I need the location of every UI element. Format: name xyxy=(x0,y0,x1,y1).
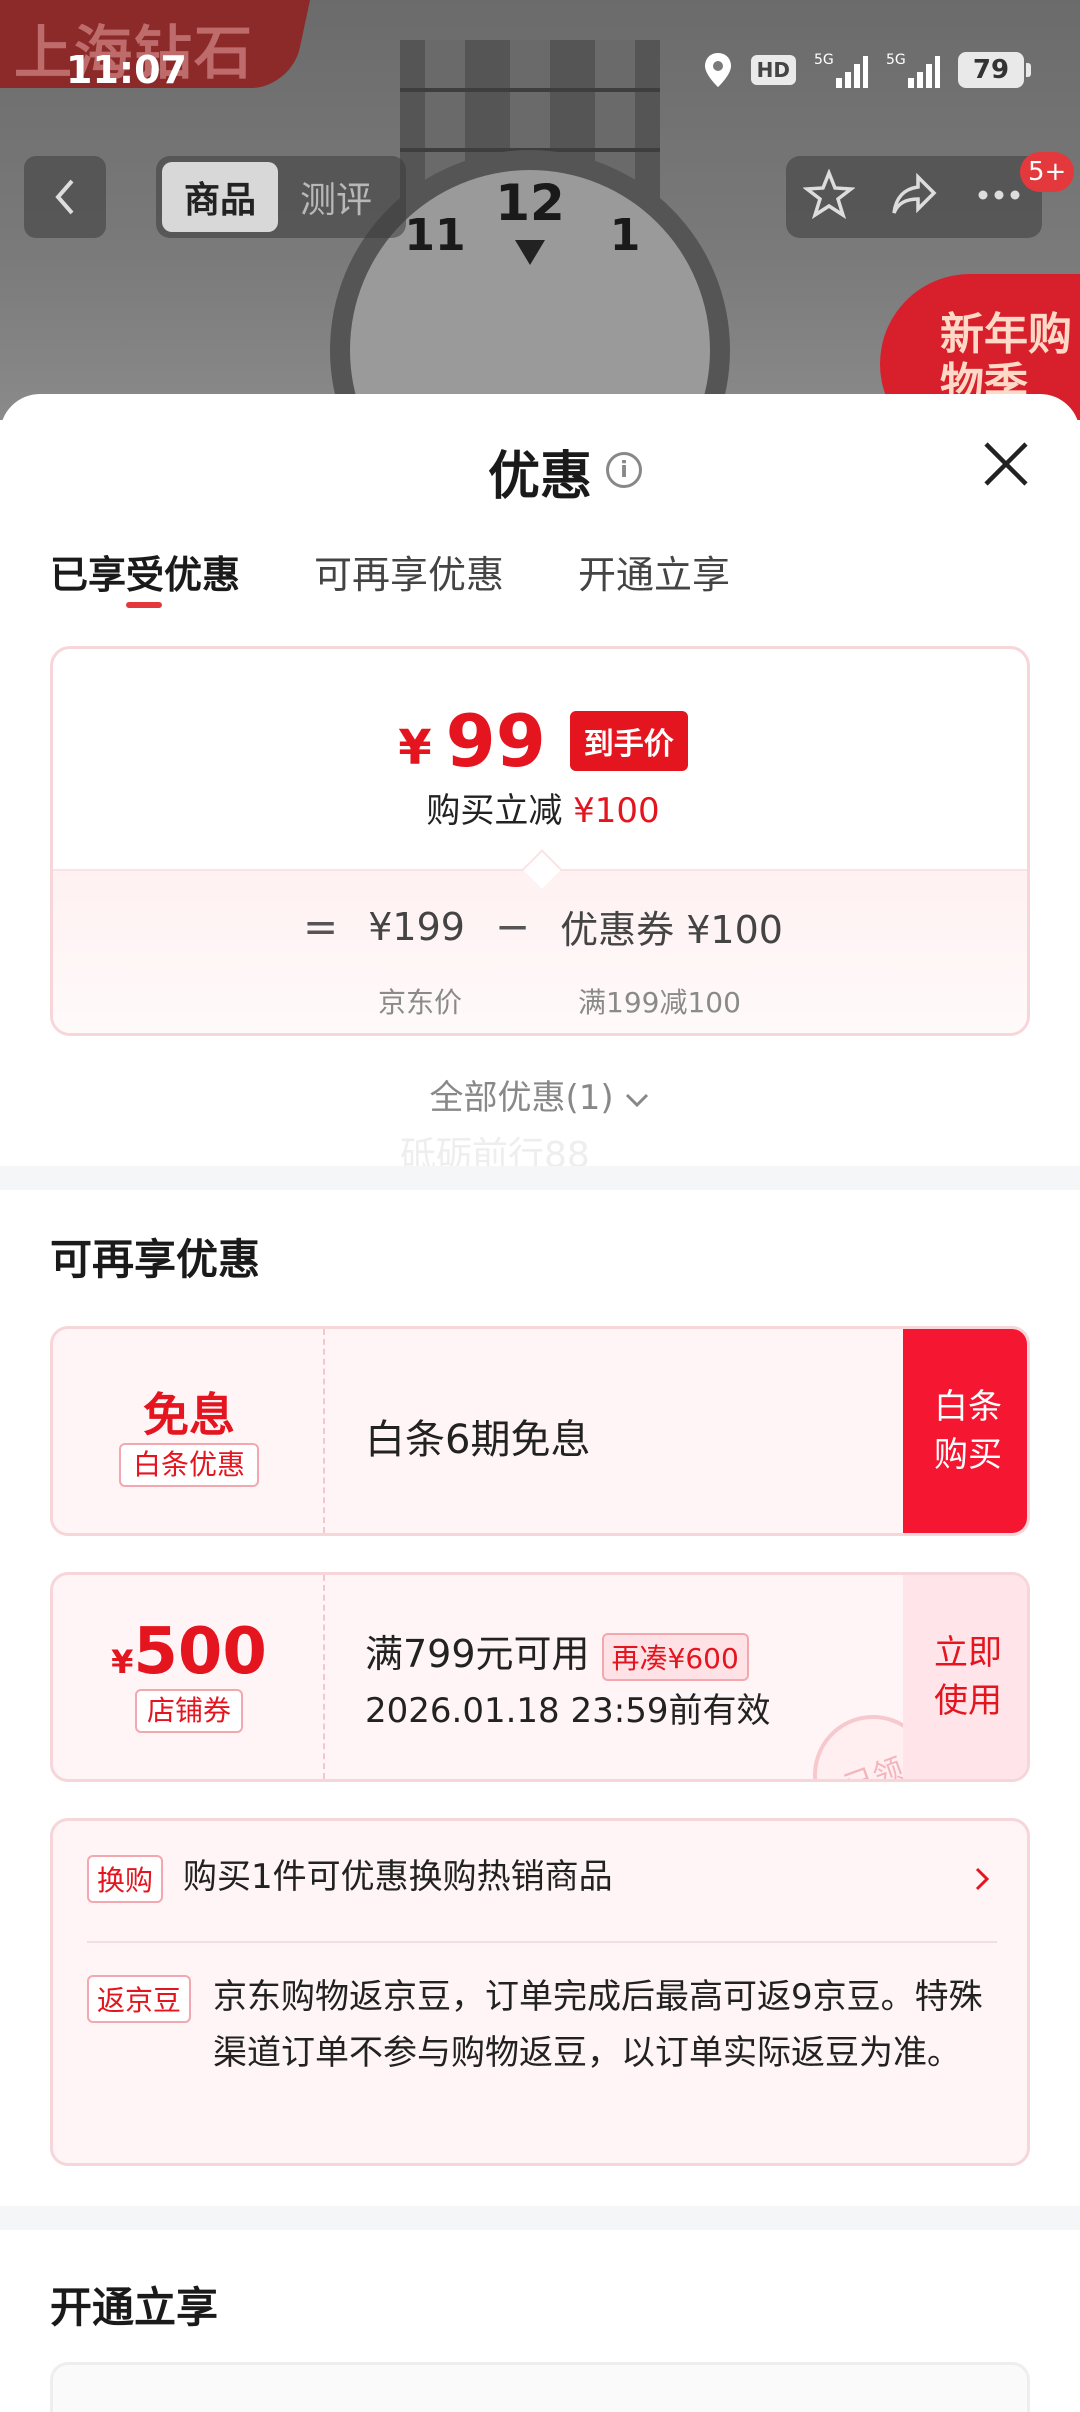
membership-card xyxy=(50,2362,1030,2412)
star-icon[interactable] xyxy=(801,168,856,225)
svg-text:5G: 5G xyxy=(814,52,834,68)
tab-review[interactable]: 测评 xyxy=(278,162,394,232)
svg-text:1: 1 xyxy=(610,210,641,261)
reduction-amount: ¥100 xyxy=(573,791,660,831)
status-time: 11:07 xyxy=(66,48,187,92)
product-header: 上海钻石 12 11 1 11:07 HD 5G 5G 79 商品 测评 5+ … xyxy=(0,0,1080,420)
chevron-down-icon xyxy=(626,1093,649,1108)
perk-jingdou-text: 京东购物返京豆，订单完成后最高可返9京豆。特殊渠道订单不参与购物返豆，以订单实际… xyxy=(213,1977,983,2073)
back-icon xyxy=(55,179,74,215)
store-coupon-tag: 店铺券 xyxy=(135,1689,243,1733)
perk-jingdou-tag: 返京豆 xyxy=(87,1975,192,2023)
section-divider xyxy=(0,1166,1080,1190)
baitiao-tag: 白条优惠 xyxy=(119,1443,259,1487)
formula-row: = ¥199 − 优惠券 ¥100 xyxy=(53,899,1027,954)
back-button[interactable] xyxy=(24,156,106,238)
coupon-rule: 满199减100 xyxy=(578,986,741,1019)
close-icon[interactable] xyxy=(976,434,1036,494)
store-coupon-expiry: 2026.01.18 23:59前有效 xyxy=(365,1691,771,1731)
baitiao-buy-button[interactable]: 白条购买 xyxy=(903,1329,1027,1533)
instant-reduction: 购买立减 ¥100 xyxy=(53,783,1027,832)
location-icon xyxy=(703,51,733,89)
baitiao-big: 免息 xyxy=(143,1388,235,1442)
signal-5g-icon-2: 5G xyxy=(886,50,940,90)
baitiao-left: 免息 白条优惠 xyxy=(53,1329,325,1533)
tab-open[interactable]: 开通立享 xyxy=(578,544,730,614)
jd-price-label: 京东价 xyxy=(378,986,463,1019)
final-price: 99 xyxy=(445,699,546,783)
coupon-part: 优惠券 ¥100 xyxy=(560,899,783,954)
baitiao-coupon: 免息 白条优惠 白条6期免息 白条购买 xyxy=(50,1326,1030,1536)
store-coupon-value: ¥500 xyxy=(53,1615,325,1689)
final-price-row: ¥ 99 到手价 xyxy=(53,699,1027,783)
again-tag: 再凑¥600 xyxy=(601,1632,749,1681)
store-coupon-left: ¥500 店铺券 xyxy=(53,1575,325,1779)
perk-exchange-text: 购买1件可优惠换购热销商品 xyxy=(183,1857,613,1897)
store-coupon-desc: 满799元可用 xyxy=(365,1632,590,1676)
store-coupon-desc-row: 满799元可用 再凑¥600 xyxy=(365,1623,749,1681)
share-icon[interactable] xyxy=(888,169,940,225)
use-now-button[interactable]: 立即使用 xyxy=(903,1575,1027,1779)
equals-sign: = xyxy=(303,902,339,951)
price-card: ¥ 99 到手价 购买立减 ¥100 = ¥199 − 优惠券 ¥100 京东价 xyxy=(50,646,1030,1036)
all-discounts-label: 全部优惠(1) xyxy=(429,1078,614,1118)
status-icons: HD 5G 5G 79 xyxy=(703,46,1031,94)
jd-price: ¥199 xyxy=(368,904,465,949)
perk-exchange-tag: 换购 xyxy=(87,1855,164,1903)
status-bar: 11:07 HD 5G 5G 79 xyxy=(0,0,1080,140)
store-coupon-amount: 500 xyxy=(133,1615,267,1689)
tab-product[interactable]: 商品 xyxy=(162,162,278,232)
svg-text:11: 11 xyxy=(404,210,465,261)
tab-more[interactable]: 可再享优惠 xyxy=(314,544,504,614)
svg-text:5G: 5G xyxy=(886,52,906,68)
signal-5g-icon: 5G xyxy=(814,50,868,90)
price-top: ¥ 99 到手价 购买立减 ¥100 xyxy=(53,649,1027,869)
price-formula: = ¥199 − 优惠券 ¥100 京东价 满199减100 xyxy=(53,869,1027,1033)
perk-divider xyxy=(87,1941,997,1943)
more-icon[interactable] xyxy=(973,169,1025,225)
sheet-title: 优惠 xyxy=(487,447,592,507)
discount-tabs: 已享受优惠 可再享优惠 开通立享 xyxy=(50,544,730,614)
all-discounts-toggle[interactable]: 全部优惠(1) xyxy=(0,1070,1080,1119)
price-currency: ¥ xyxy=(398,720,432,776)
baitiao-desc: 白条6期免息 xyxy=(365,1417,591,1463)
chevron-right-icon xyxy=(975,1867,990,1891)
discount-sheet: 优惠 i 已享受优惠 可再享优惠 开通立享 ¥ 99 到手价 购买立减 ¥100… xyxy=(0,394,1080,2412)
more-section-title: 可再享优惠 xyxy=(50,1235,261,1284)
reduction-label: 购买立减 xyxy=(426,791,563,831)
svg-text:12: 12 xyxy=(495,174,565,232)
message-badge: 5+ xyxy=(1020,152,1075,192)
tab-enjoyed[interactable]: 已享受优惠 xyxy=(50,544,240,614)
hd-icon: HD xyxy=(750,55,796,85)
section-divider-2 xyxy=(0,2206,1080,2230)
info-icon[interactable]: i xyxy=(606,452,642,488)
open-section-title: 开通立享 xyxy=(50,2283,219,2332)
minus-sign: − xyxy=(494,902,531,951)
header-actions xyxy=(786,156,1042,238)
final-price-tag: 到手价 xyxy=(569,711,688,771)
coupon-amount: ¥100 xyxy=(686,908,783,952)
battery-icon: 79 xyxy=(958,52,1031,88)
coupon-label: 优惠券 xyxy=(560,908,675,952)
store-coupon-currency: ¥ xyxy=(111,1643,134,1681)
store-coupon: ¥500 店铺券 满799元可用 再凑¥600 2026.01.18 23:59前… xyxy=(50,1572,1030,1782)
product-tabs: 商品 测评 xyxy=(156,156,406,238)
perks-card: 换购 购买1件可优惠换购热销商品 返京豆 京东购物返京豆，订单完成后最高可返9京… xyxy=(50,1818,1030,2166)
